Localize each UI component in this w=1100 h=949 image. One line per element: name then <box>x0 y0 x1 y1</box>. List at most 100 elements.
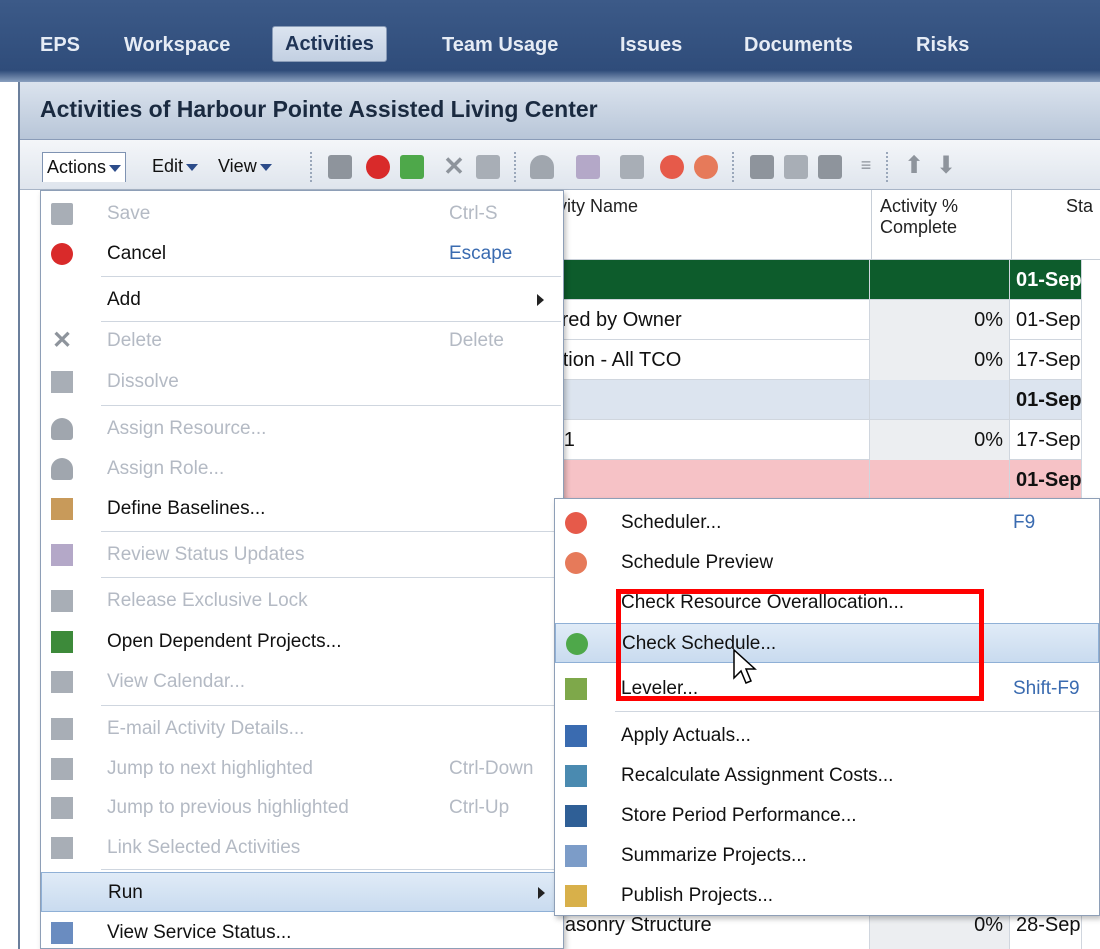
sort-icon[interactable]: ≡ <box>854 155 878 179</box>
menu-item-run[interactable]: Run <box>41 872 563 912</box>
review-status-icon[interactable] <box>576 155 600 179</box>
move-down-icon[interactable]: ⬇ <box>934 154 958 179</box>
leveler-icon <box>565 678 587 700</box>
calendar-icon <box>51 671 73 693</box>
menu-item-label: View Service Status... <box>107 922 292 943</box>
tab-documents[interactable]: Documents <box>732 28 865 62</box>
save-icon[interactable] <box>328 155 352 179</box>
chevron-right-icon <box>537 294 544 306</box>
cancel-icon[interactable] <box>366 155 390 179</box>
menu-item-save[interactable]: Save Ctrl-S <box>41 194 563 234</box>
service-status-icon <box>51 922 73 944</box>
menu-item-link-activities[interactable]: Link Selected Activities <box>41 828 563 868</box>
baselines-icon <box>51 498 73 520</box>
paste-icon[interactable] <box>818 155 842 179</box>
menu-item-label: Add <box>107 289 141 310</box>
schedule-preview-icon[interactable] <box>694 155 718 179</box>
menu-item-delete[interactable]: ✕ Delete Delete <box>41 321 563 361</box>
scheduler-icon <box>565 512 587 534</box>
run-submenu: Scheduler... F9 Schedule Preview Check R… <box>554 498 1100 916</box>
toolbar-separator <box>514 152 516 182</box>
view-label: View <box>218 156 257 176</box>
add-icon[interactable] <box>400 155 424 179</box>
tab-team-usage[interactable]: Team Usage <box>430 28 570 62</box>
table-row[interactable]: ivered by Owner 0% 01-Sep <box>530 300 1082 340</box>
view-menu-button[interactable]: View <box>214 152 276 182</box>
jump-prev-icon <box>51 797 73 819</box>
menu-item-label: Link Selected Activities <box>107 837 301 858</box>
edit-menu-button[interactable]: Edit <box>148 152 202 182</box>
check-schedule-icon <box>566 633 588 655</box>
activity-name-cell: pletion - All TCO <box>530 340 870 380</box>
menu-item-apply-actuals[interactable]: Apply Actuals... <box>555 716 1099 756</box>
activity-name-cell <box>530 380 870 420</box>
column-header-activity-pct[interactable]: Activity % Complete <box>872 190 1012 260</box>
menu-item-cancel[interactable]: Cancel Escape <box>41 234 563 274</box>
chevron-down-icon <box>109 164 122 172</box>
activity-pct-cell <box>870 260 1010 300</box>
cut-icon[interactable] <box>750 155 774 179</box>
tab-risks[interactable]: Risks <box>904 28 981 62</box>
tab-issues[interactable]: Issues <box>608 28 694 62</box>
dissolve-icon <box>51 371 73 393</box>
menu-item-review-status-updates[interactable]: Review Status Updates <box>41 535 563 575</box>
start-cell: 17-Sep <box>1010 420 1082 460</box>
menu-item-view-calendar[interactable]: View Calendar... <box>41 662 563 702</box>
table-row[interactable]: 01-Sep <box>530 260 1082 300</box>
actions-menu: Save Ctrl-S Cancel Escape Add ✕ Delete D… <box>40 190 564 949</box>
menu-item-store-period-performance[interactable]: Store Period Performance... <box>555 796 1099 836</box>
start-cell: 17-Sep <box>1010 340 1082 380</box>
move-up-icon[interactable]: ⬆ <box>902 154 926 179</box>
tab-eps[interactable]: EPS <box>28 28 92 62</box>
top-navigation: EPS Workspace Activities Team Usage Issu… <box>0 0 1100 82</box>
menu-item-label: Jump to next highlighted <box>107 758 313 779</box>
menu-item-recalculate-costs[interactable]: Recalculate Assignment Costs... <box>555 756 1099 796</box>
scheduler-icon[interactable] <box>660 155 684 179</box>
dissolve-icon[interactable] <box>476 155 500 179</box>
menu-item-assign-resource[interactable]: Assign Resource... <box>41 409 563 449</box>
start-cell: 28-Sep <box>1010 915 1082 949</box>
menu-item-open-dependent-projects[interactable]: Open Dependent Projects... <box>41 622 563 662</box>
nav-shadow <box>0 70 1100 82</box>
menu-item-email-activity-details[interactable]: E-mail Activity Details... <box>41 709 563 749</box>
copy-icon[interactable] <box>784 155 808 179</box>
menu-item-view-service-status[interactable]: View Service Status... <box>41 913 563 949</box>
assign-resource-icon[interactable] <box>530 155 554 179</box>
table-row[interactable]: pletion - All TCO 0% 17-Sep <box>530 340 1082 380</box>
table-row[interactable]: 01-Sep <box>530 460 1082 500</box>
menu-item-release-lock[interactable]: Release Exclusive Lock <box>41 581 563 621</box>
menu-item-label: Recalculate Assignment Costs... <box>621 765 894 786</box>
delete-icon[interactable]: ✕ <box>442 153 466 179</box>
edit-label: Edit <box>152 156 184 176</box>
actions-menu-button[interactable]: Actions <box>42 152 127 182</box>
menu-item-label: Run <box>108 882 143 903</box>
menu-item-label: Review Status Updates <box>107 544 305 565</box>
menu-item-label: Publish Projects... <box>621 885 774 906</box>
column-header-activity-name[interactable]: ctivity Name <box>532 190 872 260</box>
summarize-icon <box>565 845 587 867</box>
delete-icon: ✕ <box>51 327 73 354</box>
tab-activities[interactable]: Activities <box>272 26 387 62</box>
menu-item-jump-previous[interactable]: Jump to previous highlighted Ctrl-Up <box>41 788 563 828</box>
lock-icon[interactable] <box>620 155 644 179</box>
table-row[interactable]: r Masonry Structure 0% 28-Sep <box>530 915 1082 949</box>
table-row[interactable]: 01-Sep <box>530 380 1082 420</box>
menu-item-jump-next[interactable]: Jump to next highlighted Ctrl-Down <box>41 749 563 789</box>
tab-workspace[interactable]: Workspace <box>112 28 242 62</box>
menu-item-schedule-preview[interactable]: Schedule Preview <box>555 543 1099 583</box>
table-row[interactable]: ng 1 0% 17-Sep <box>530 420 1082 460</box>
menu-item-publish-projects[interactable]: Publish Projects... <box>555 876 1099 916</box>
apply-actuals-icon <box>565 725 587 747</box>
menu-item-add[interactable]: Add <box>41 280 563 320</box>
menu-item-assign-role[interactable]: Assign Role... <box>41 449 563 489</box>
menu-item-label: Release Exclusive Lock <box>107 590 308 611</box>
menu-separator <box>101 531 561 532</box>
menu-item-label: Scheduler... <box>621 512 722 533</box>
menu-item-dissolve[interactable]: Dissolve <box>41 362 563 402</box>
menu-item-summarize-projects[interactable]: Summarize Projects... <box>555 836 1099 876</box>
menu-separator <box>101 869 561 870</box>
menu-item-define-baselines[interactable]: Define Baselines... <box>41 489 563 529</box>
menu-item-scheduler[interactable]: Scheduler... F9 <box>555 503 1099 543</box>
column-header-start[interactable]: Sta <box>1012 190 1100 260</box>
assign-role-icon <box>51 458 73 480</box>
